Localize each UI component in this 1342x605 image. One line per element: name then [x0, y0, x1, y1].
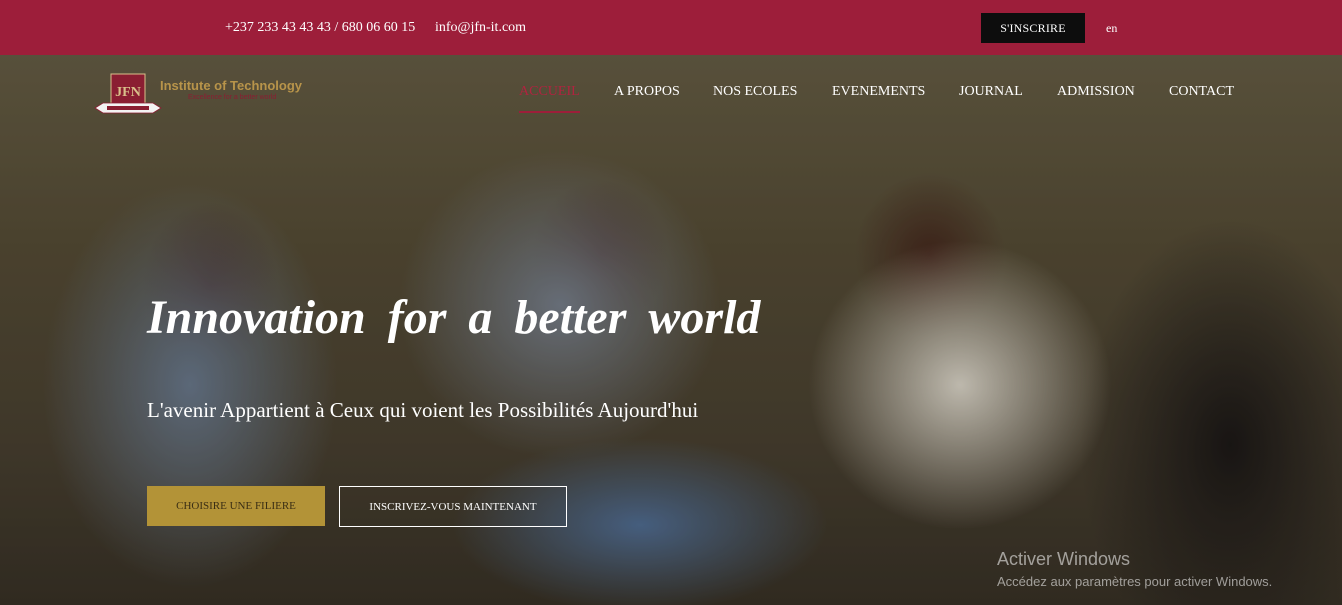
svg-text:JFN: JFN	[115, 85, 141, 100]
nav-item-nos-ecoles[interactable]: NOS ECOLES	[713, 84, 797, 100]
windows-activation-subtitle: Accédez aux paramètres pour activer Wind…	[997, 574, 1273, 589]
register-now-button[interactable]: INSCRIVEZ-VOUS MAINTENANT	[339, 486, 567, 527]
choose-program-button[interactable]: CHOISIRE UNE FILIERE	[147, 486, 325, 526]
language-switcher[interactable]: en	[1106, 21, 1117, 36]
brand-name: Institute of Technology	[160, 78, 303, 93]
site-logo[interactable]: JFN Institute of Technology Excellence f…	[93, 72, 323, 116]
nav-item-admission[interactable]: ADMISSION	[1057, 84, 1135, 100]
brand-tagline: Excellence for a better world	[188, 94, 277, 101]
top-bar: +237 233 43 43 43 / 680 06 60 15 info@jf…	[0, 0, 1342, 55]
nav-item-a-propos[interactable]: A PROPOS	[614, 84, 680, 100]
nav-item-evenements[interactable]: EVENEMENTS	[832, 84, 925, 100]
nav-item-journal[interactable]: JOURNAL	[959, 84, 1023, 100]
jfn-emblem-icon: JFN	[94, 73, 162, 114]
windows-activation-title: Activer Windows	[997, 549, 1131, 569]
hero-headline: Innovation for a better world	[147, 291, 761, 344]
hero-subline: L'avenir Appartient à Ceux qui voient le…	[147, 398, 699, 422]
nav-item-accueil[interactable]: ACCUEIL	[519, 84, 580, 100]
phone-number[interactable]: +237 233 43 43 43 / 680 06 60 15	[225, 20, 415, 36]
nav-active-indicator	[519, 111, 580, 113]
email-link[interactable]: info@jfn-it.com	[435, 20, 526, 36]
signup-button[interactable]: S'INSCRIRE	[981, 13, 1085, 43]
nav-item-contact[interactable]: CONTACT	[1169, 84, 1234, 100]
